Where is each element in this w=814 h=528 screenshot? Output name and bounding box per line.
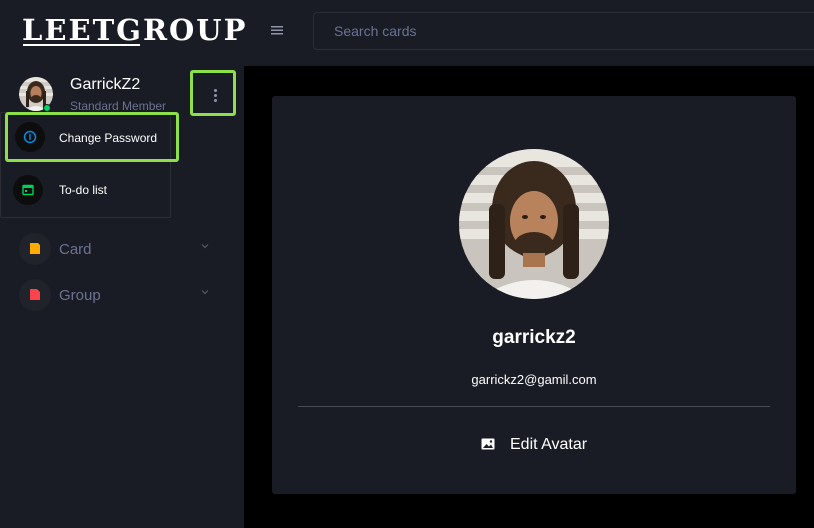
info-icon <box>15 122 45 152</box>
divider <box>298 406 770 407</box>
vertical-dots-icon <box>214 89 217 92</box>
profile-role: Standard Member <box>70 99 167 113</box>
search-box <box>313 12 814 50</box>
dropdown-item-todo-list[interactable]: To-do list <box>0 164 171 216</box>
app-logo[interactable]: LEETGROUP <box>22 13 247 47</box>
dropdown-item-label: Change Password <box>59 131 158 145</box>
dropdown-item-label: To-do list <box>59 183 108 197</box>
search-input[interactable] <box>314 13 814 49</box>
sidebar-item-label: Card <box>59 241 92 258</box>
profile-username: garrickz2 <box>492 327 576 348</box>
profile-email: garrickz2@gamil.com <box>471 372 597 387</box>
chevron-down-icon <box>201 290 209 295</box>
image-icon <box>481 438 495 450</box>
group-icon <box>19 279 51 311</box>
sidebar-item-card[interactable]: Card <box>19 233 219 265</box>
profile-avatar-large <box>459 149 609 299</box>
chevron-down-icon <box>201 244 209 249</box>
dropdown-item-change-password[interactable]: Change Password <box>5 112 179 162</box>
profile-menu-button[interactable] <box>190 70 236 116</box>
profile-name: GarrickZ2 <box>70 76 141 93</box>
online-status-indicator <box>43 104 51 112</box>
logo-underline <box>23 44 140 46</box>
hamburger-icon[interactable] <box>270 23 284 37</box>
card-icon <box>19 233 51 265</box>
edit-avatar-label: Edit Avatar <box>510 436 588 453</box>
sidebar-item-group[interactable]: Group <box>19 279 219 311</box>
sidebar-item-label: Group <box>59 287 101 304</box>
calendar-icon <box>13 175 43 205</box>
top-navbar: LEETGROUP <box>0 0 814 66</box>
